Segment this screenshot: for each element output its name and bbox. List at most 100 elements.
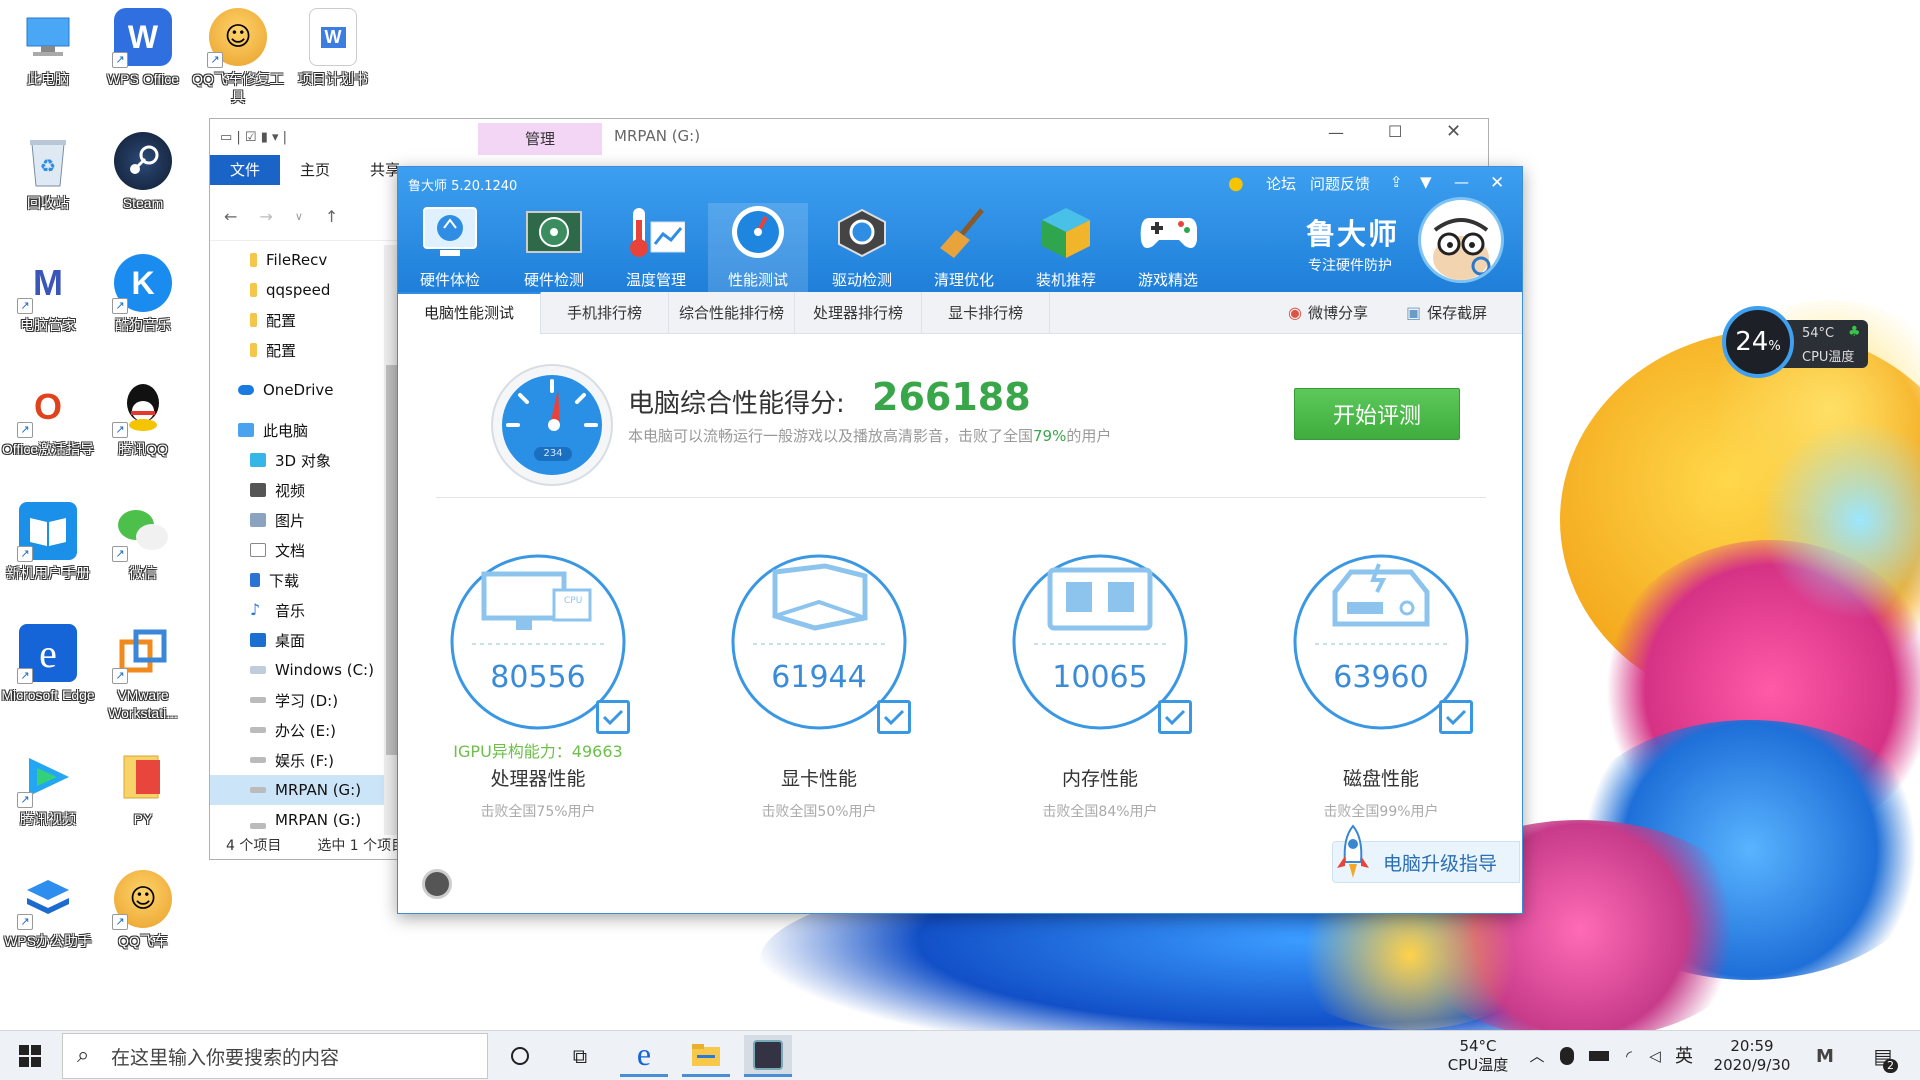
desktop-icon-kugou[interactable]: K ↗ 酷狗音乐 xyxy=(95,254,191,334)
desktop-icon-wechat[interactable]: ↗ 微信 xyxy=(95,502,191,582)
start-button[interactable] xyxy=(6,1035,54,1077)
nav-item-config[interactable]: 配置 xyxy=(210,305,400,335)
menu-icon[interactable]: ▼ xyxy=(1420,173,1432,191)
checkbox-icon[interactable] xyxy=(1439,700,1473,734)
metric-memory[interactable]: 10065 内存性能 击败全国84%用户 xyxy=(1006,552,1194,821)
nav-item-qqspeed[interactable]: qqspeed xyxy=(210,275,400,305)
link-forum[interactable]: 论坛 xyxy=(1266,173,1296,194)
tool-hardware-detect[interactable]: 硬件检测 xyxy=(504,203,604,290)
desktop-icon-qq[interactable]: ↗ 腾讯QQ xyxy=(95,378,191,458)
nav-item-drive-f[interactable]: 娱乐 (F:) xyxy=(210,745,400,775)
maximize-icon[interactable]: ☐ xyxy=(1388,122,1402,141)
context-tab-manage[interactable]: 管理 xyxy=(478,123,602,155)
nav-item-videos[interactable]: 视频 xyxy=(210,475,400,505)
desktop-icon-py-folder[interactable]: PY xyxy=(95,748,191,828)
up-arrow-icon[interactable]: ↑ xyxy=(325,207,338,226)
nav-item-onedrive[interactable]: OneDrive xyxy=(210,375,400,405)
tray-battery[interactable] xyxy=(1586,1031,1612,1080)
back-arrow-icon[interactable]: ← xyxy=(224,207,237,226)
subtab-overall-rank[interactable]: 综合性能排行榜 xyxy=(669,291,796,334)
desktop-icon-recycle-bin[interactable]: ♻ 回收站 xyxy=(0,132,96,212)
down-chevron-icon[interactable]: ∨ xyxy=(295,210,303,223)
nav-item-3d-objects[interactable]: 3D 对象 xyxy=(210,445,400,475)
nav-item-drive-c[interactable]: Windows (C:) xyxy=(210,655,400,685)
desktop-icon-qq-speed[interactable]: ☺ ↗ QQ飞车 xyxy=(95,870,191,950)
minimize-icon[interactable]: — xyxy=(1328,123,1344,142)
forward-arrow-icon[interactable]: → xyxy=(259,207,272,226)
save-screenshot-button[interactable]: ▣ 保存截屏 xyxy=(1406,292,1487,334)
metric-disk[interactable]: 63960 磁盘性能 击败全国99%用户 xyxy=(1287,552,1475,821)
desktop-icon-qq-speed-repair[interactable]: ☺ ↗ QQ飞车修复工具 xyxy=(190,8,286,106)
desktop-icon-pc-manager[interactable]: M ↗ 电脑管家 xyxy=(0,254,96,334)
desktop-icon-wps-assistant[interactable]: ↗ WPS办公助手 xyxy=(0,870,96,950)
subtab-pc-performance[interactable]: 电脑性能测试 xyxy=(398,291,542,334)
desktop-icon-vmware[interactable]: ↗ VMware Workstati... xyxy=(95,624,191,722)
desktop-icon-new-user-manual[interactable]: ↗ 新机用户手册 xyxy=(0,502,96,582)
tray-ime[interactable]: 英 xyxy=(1672,1031,1696,1080)
taskbar-edge[interactable]: e xyxy=(620,1035,668,1077)
skin-icon[interactable]: ⇪ xyxy=(1390,173,1403,191)
tray-overflow-chevron[interactable]: ︿ xyxy=(1526,1031,1548,1080)
cortana-button[interactable] xyxy=(496,1035,544,1077)
nav-item-documents[interactable]: 文档 xyxy=(210,535,400,565)
nav-item-filerecv[interactable]: FileRecv xyxy=(210,245,400,275)
nav-item-pictures[interactable]: 图片 xyxy=(210,505,400,535)
subtab-cpu-rank[interactable]: 处理器排行榜 xyxy=(795,291,923,334)
close-icon[interactable]: ✕ xyxy=(1490,173,1504,193)
taskbar-ludashi[interactable] xyxy=(744,1035,792,1077)
upgrade-guide-button[interactable]: 电脑升级指导 xyxy=(1332,824,1520,883)
nav-item-drive-d[interactable]: 学习 (D:) xyxy=(210,685,400,715)
desktop-icon-project-plan[interactable]: W 项目计划书 xyxy=(285,8,381,88)
medal-icon[interactable]: ● xyxy=(1228,173,1244,194)
tool-temperature[interactable]: 温度管理 xyxy=(606,203,706,290)
taskbar-file-explorer[interactable] xyxy=(682,1035,730,1077)
close-icon[interactable]: ✕ xyxy=(1446,121,1461,142)
tool-build-recommend[interactable]: 装机推荐 xyxy=(1016,203,1116,290)
tool-hardware-check[interactable]: 硬件体检 xyxy=(400,203,500,290)
action-center-button[interactable]: ▤ 2 xyxy=(1866,1031,1900,1080)
weibo-share-button[interactable]: ◉ 微博分享 xyxy=(1288,292,1368,334)
feedback-icon[interactable] xyxy=(422,869,452,899)
ribbon-tab-home[interactable]: 主页 xyxy=(280,155,350,185)
tool-cleanup[interactable]: 清理优化 xyxy=(914,203,1014,290)
task-view-button[interactable]: ⧉ xyxy=(556,1035,604,1077)
tray-pc-manager[interactable]: M xyxy=(1810,1031,1840,1080)
desktop-icon-edge[interactable]: e ↗ Microsoft Edge xyxy=(0,624,96,704)
desktop-icon-wps-office[interactable]: W ↗ WPS Office xyxy=(95,8,191,88)
subtab-gpu-rank[interactable]: 显卡排行榜 xyxy=(922,291,1051,334)
metric-cpu[interactable]: CPU 80556 IGPU异构能力：49663 处理器性能 击败全国75%用户 xyxy=(444,552,632,821)
tray-qq[interactable] xyxy=(1556,1031,1578,1080)
tray-clock[interactable]: 20:59 2020/9/30 xyxy=(1706,1031,1798,1080)
nav-item-drive-e[interactable]: 办公 (E:) xyxy=(210,715,400,745)
metric-gpu[interactable]: 61944 显卡性能 击败全国50%用户 xyxy=(725,552,913,821)
tray-cpu-temp-label: CPU温度 xyxy=(1447,1056,1509,1074)
checkbox-icon[interactable] xyxy=(596,700,630,734)
nav-item-this-pc[interactable]: 此电脑 xyxy=(210,415,400,445)
ribbon-tab-file[interactable]: 文件 xyxy=(210,155,281,185)
desktop-icon-tencent-video[interactable]: ↗ 腾讯视频 xyxy=(0,748,96,828)
nav-item-desktop[interactable]: 桌面 xyxy=(210,625,400,655)
start-benchmark-button[interactable]: 开始评测 xyxy=(1294,388,1460,440)
desktop-icon-office-activation[interactable]: O ↗ Office激活指导 xyxy=(0,378,96,458)
checkbox-icon[interactable] xyxy=(1158,700,1192,734)
nav-item-drive-g[interactable]: MRPAN (G:) xyxy=(210,775,400,805)
link-feedback[interactable]: 问题反馈 xyxy=(1310,173,1370,194)
tool-games[interactable]: 游戏精选 xyxy=(1118,203,1218,290)
desktop-icon-steam[interactable]: Steam xyxy=(95,132,191,212)
taskbar-search-box[interactable]: ⌕ 在这里输入你要搜索的内容 xyxy=(62,1033,488,1079)
minimize-icon[interactable]: — xyxy=(1454,173,1469,191)
subtab-phone-rank[interactable]: 手机排行榜 xyxy=(541,291,670,334)
tool-performance[interactable]: 性能测试 xyxy=(708,203,808,292)
desktop-icon-this-pc[interactable]: 此电脑 xyxy=(0,8,96,88)
nav-item-drive-g-2[interactable]: MRPAN (G:) xyxy=(210,811,400,829)
tray-cpu-temp[interactable]: 54°C CPU温度 xyxy=(1438,1031,1518,1080)
cpu-monitor-widget[interactable]: 24% 54°C ♣ CPU温度 xyxy=(1722,306,1868,378)
checkbox-icon[interactable] xyxy=(877,700,911,734)
tool-driver[interactable]: 驱动检测 xyxy=(812,203,912,290)
nav-item-music[interactable]: ♪ 音乐 xyxy=(210,595,400,625)
nav-item-downloads[interactable]: 下载 xyxy=(210,565,400,595)
tray-volume[interactable]: ◁ xyxy=(1644,1031,1666,1080)
tray-network[interactable]: ◜ xyxy=(1618,1031,1640,1080)
quick-access-toolbar[interactable]: ▭ | ☑ ▮ ▾ | xyxy=(220,130,287,145)
nav-item-config-2[interactable]: 配置 xyxy=(210,335,400,365)
